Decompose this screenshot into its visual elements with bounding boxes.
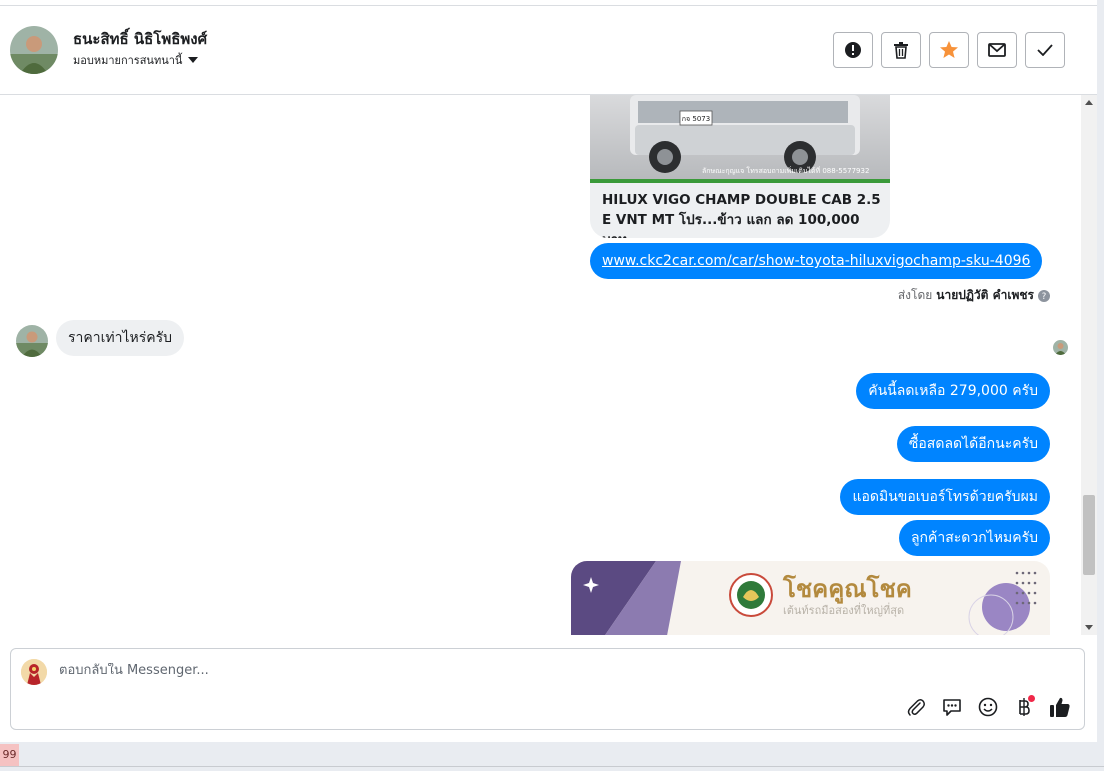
outgoing-message[interactable]: แอดมินขอเบอร์โทรด้วยครับผม [840, 479, 1050, 515]
contact-message-avatar [16, 325, 48, 357]
check-icon [1037, 44, 1053, 56]
notification-dot [1028, 695, 1035, 702]
conversation-panel: ธนะสิทธิ์ นิธิโพธิพงศ์ มอบหมายการสนทนานี… [0, 0, 1097, 742]
star-icon [940, 41, 958, 58]
outgoing-message[interactable]: ซื้อสดลดได้อีกนะครับ [896, 426, 1050, 462]
image-banner-message[interactable]: โชคคูณโชค เต้นท์รถมือสองที่ใหญ่ที่สุด [571, 561, 1050, 635]
page-avatar [21, 659, 47, 685]
sent-by-name: นายปฏิวัติ คำเพชร [936, 288, 1034, 302]
car-image: กจ 5073 ลักษณะกุญแจ โทรสอบถามเพิ่มเติมได… [590, 95, 890, 183]
assign-label: มอบหมายการสนทนานี้ [73, 54, 183, 67]
thumbs-up-icon [1050, 697, 1070, 717]
image-green-band [590, 179, 890, 183]
count-badge[interactable]: 99 [0, 744, 19, 766]
svg-text:?: ? [1042, 292, 1047, 302]
reply-input[interactable] [59, 663, 959, 678]
help-icon[interactable]: ? [1038, 289, 1050, 302]
chat-scrollbar[interactable] [1081, 95, 1097, 635]
trash-icon [894, 42, 908, 59]
emoji-button[interactable] [976, 695, 1000, 719]
seen-indicator-avatar [1053, 340, 1068, 355]
scroll-up-arrow-icon[interactable] [1085, 99, 1093, 107]
mark-done-button[interactable] [1025, 32, 1065, 68]
sent-by-prefix: ส่งโดย [897, 288, 933, 302]
link-message[interactable]: www.ckc2car.com/car/show-toyota-hiluxvig… [590, 243, 1043, 279]
mark-unread-button[interactable] [977, 32, 1017, 68]
contact-name: ธนะสิทธิ์ นิธิโพธิพงศ์ [73, 30, 208, 48]
card-title[interactable]: HILUX VIGO CHAMP DOUBLE CAB 2.5 E VNT MT… [602, 190, 882, 238]
scroll-down-arrow-icon[interactable] [1085, 623, 1093, 631]
saved-replies-button[interactable] [940, 695, 964, 719]
caret-down-icon [188, 57, 199, 63]
incoming-message[interactable]: ราคาเท่าไหร่ครับ [56, 320, 185, 356]
delete-button[interactable] [881, 32, 921, 68]
send-like-button[interactable] [1048, 695, 1072, 719]
outgoing-message[interactable]: ลูกค้าสะดวกไหมครับ [898, 520, 1050, 556]
header-actions [833, 32, 1065, 68]
mark-spam-button[interactable] [833, 32, 873, 68]
outgoing-message[interactable]: คันนี้ลดเหลือ 279,000 ครับ [856, 373, 1050, 409]
exclamation-icon [845, 42, 861, 58]
smiley-icon [978, 697, 998, 717]
paperclip-icon [907, 699, 925, 716]
message-list[interactable]: กจ 5073 ลักษณะกุญแจ โทรสอบถามเพิ่มเติมได… [0, 95, 1081, 635]
link-preview-card[interactable]: กจ 5073 ลักษณะกุญแจ โทรสอบถามเพิ่มเติมได… [590, 95, 890, 238]
sent-by-label: ส่งโดย นายปฏิวัติ คำเพชร ? [898, 286, 1050, 305]
license-plate-text: กจ 5073 [682, 115, 710, 123]
contact-avatar[interactable] [10, 26, 58, 74]
image-caption: ลักษณะกุญแจ โทรสอบถามเพิ่มเติมได้ที่ 088… [702, 167, 870, 175]
bottom-divider [0, 766, 1104, 767]
scroll-thumb[interactable] [1083, 495, 1095, 575]
speech-bubble-icon [943, 699, 961, 716]
star-button[interactable] [929, 32, 969, 68]
assign-conversation-dropdown[interactable]: มอบหมายการสนทนานี้ [73, 51, 199, 69]
reply-composer [10, 648, 1085, 730]
attach-file-button[interactable] [904, 695, 928, 719]
composer-tools [904, 695, 1072, 719]
payment-button[interactable] [1012, 695, 1036, 719]
envelope-icon [988, 43, 1006, 57]
banner-subtitle: เต้นท์รถมือสองที่ใหญ่ที่สุด [783, 604, 905, 617]
conversation-header: ธนะสิทธิ์ นิธิโพธิพงศ์ มอบหมายการสนทนานี… [0, 6, 1097, 95]
